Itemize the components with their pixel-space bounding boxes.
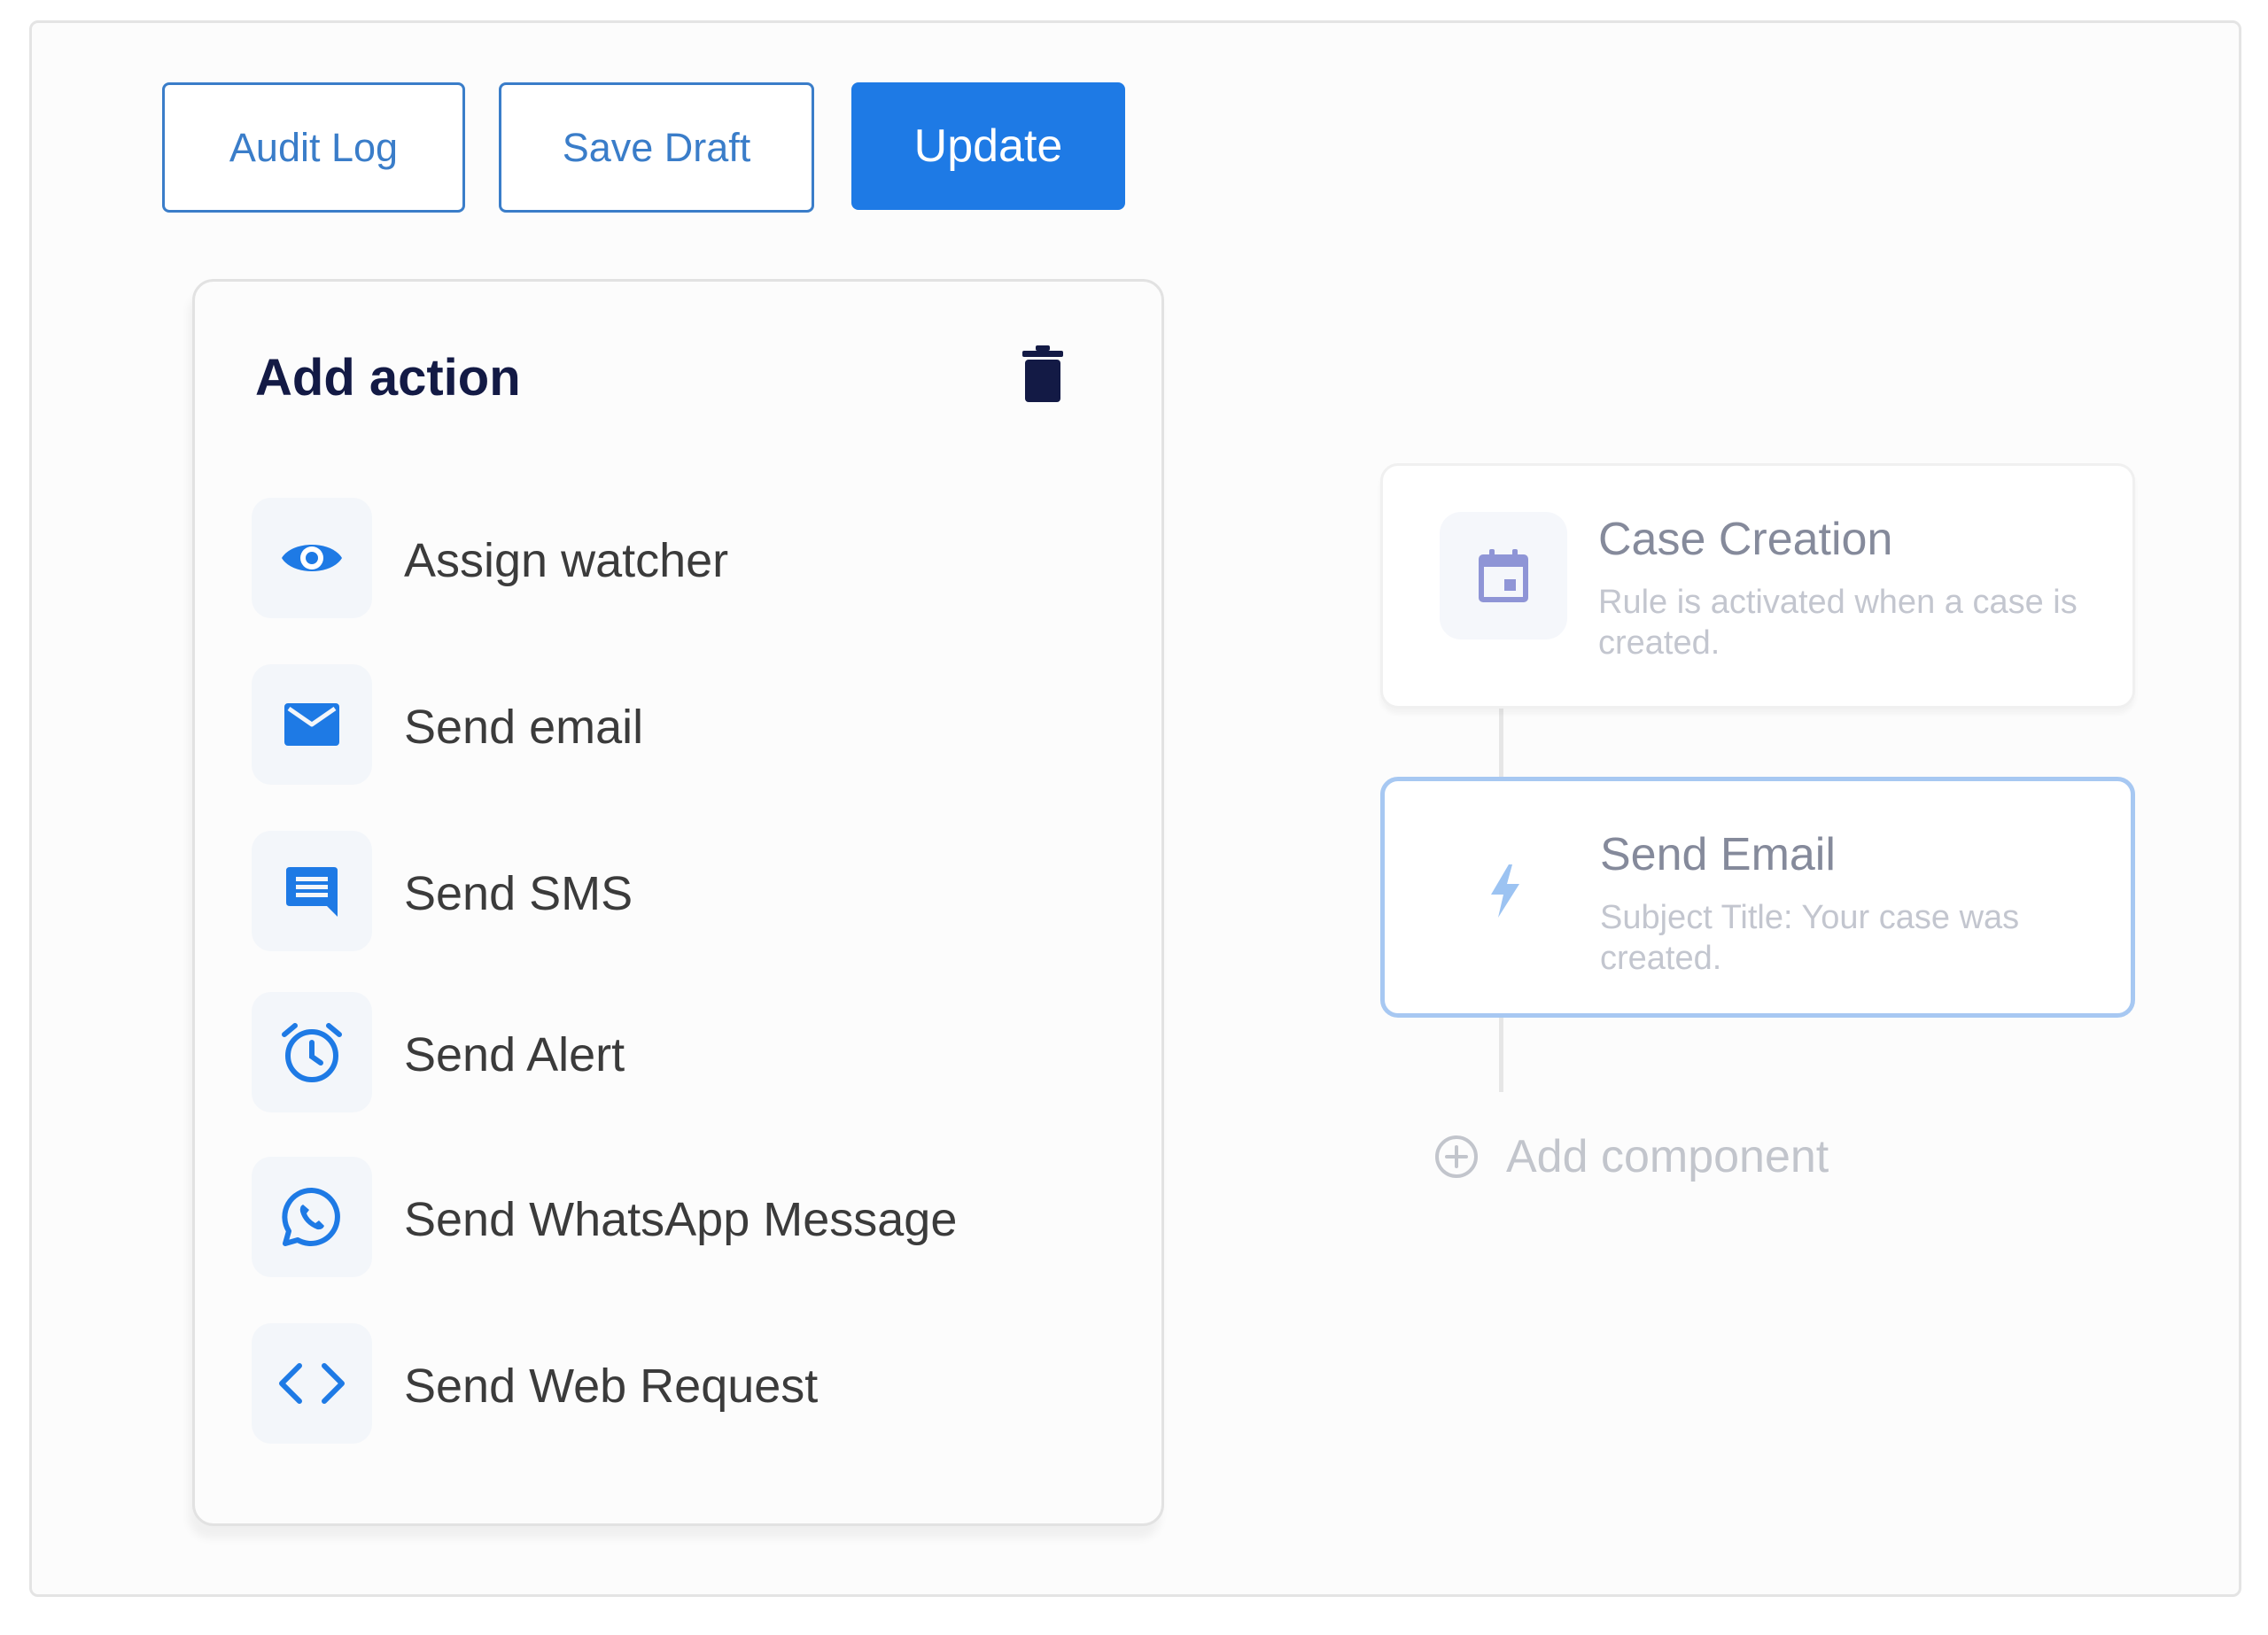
step-card-send-email[interactable]: Send Email Subject Title: Your case was … bbox=[1380, 777, 2135, 1018]
card-description: Rule is activated when a case is created… bbox=[1598, 584, 2078, 662]
workflow-editor-frame: Audit Log Save Draft Update Add action A… bbox=[29, 20, 2241, 1597]
plus-circle-icon bbox=[1433, 1134, 1480, 1180]
add-action-panel: Add action Assign watcher Send email Sen… bbox=[192, 279, 1164, 1526]
action-send-sms[interactable]: Send SMS bbox=[252, 831, 1049, 951]
save-draft-button[interactable]: Save Draft bbox=[499, 82, 814, 213]
trigger-card-case-creation[interactable]: Case Creation Rule is activated when a c… bbox=[1380, 463, 2135, 709]
lightning-bolt-icon bbox=[1441, 827, 1569, 955]
update-button[interactable]: Update bbox=[851, 82, 1125, 210]
chat-message-icon bbox=[252, 831, 372, 951]
envelope-icon bbox=[252, 664, 372, 785]
action-label: Send Web Request bbox=[404, 1360, 819, 1413]
action-label: Send email bbox=[404, 701, 644, 754]
action-label: Assign watcher bbox=[404, 534, 729, 587]
action-label: Send Alert bbox=[404, 1028, 625, 1081]
action-assign-watcher[interactable]: Assign watcher bbox=[252, 498, 1049, 618]
action-send-web-request[interactable]: Send Web Request bbox=[252, 1323, 1049, 1444]
card-title: Case Creation bbox=[1598, 514, 1893, 565]
calendar-icon bbox=[1440, 512, 1567, 639]
trash-icon[interactable] bbox=[1022, 345, 1063, 402]
audit-log-button[interactable]: Audit Log bbox=[162, 82, 465, 213]
action-send-email[interactable]: Send email bbox=[252, 664, 1049, 785]
code-icon bbox=[252, 1323, 372, 1444]
add-component-label: Add component bbox=[1506, 1131, 1829, 1182]
card-title: Send Email bbox=[1600, 829, 1836, 880]
action-send-whatsapp[interactable]: Send WhatsApp Message bbox=[252, 1157, 1049, 1277]
panel-title: Add action bbox=[255, 349, 521, 407]
eye-icon bbox=[252, 498, 372, 618]
action-label: Send WhatsApp Message bbox=[404, 1193, 958, 1246]
card-description: Subject Title: Your case was created. bbox=[1600, 899, 2020, 977]
alarm-clock-icon bbox=[252, 992, 372, 1112]
workflow-connector bbox=[1499, 706, 1503, 779]
workflow-connector bbox=[1499, 1016, 1503, 1092]
whatsapp-icon bbox=[252, 1157, 372, 1277]
action-label: Send SMS bbox=[404, 867, 633, 920]
action-send-alert[interactable]: Send Alert bbox=[252, 992, 1049, 1112]
